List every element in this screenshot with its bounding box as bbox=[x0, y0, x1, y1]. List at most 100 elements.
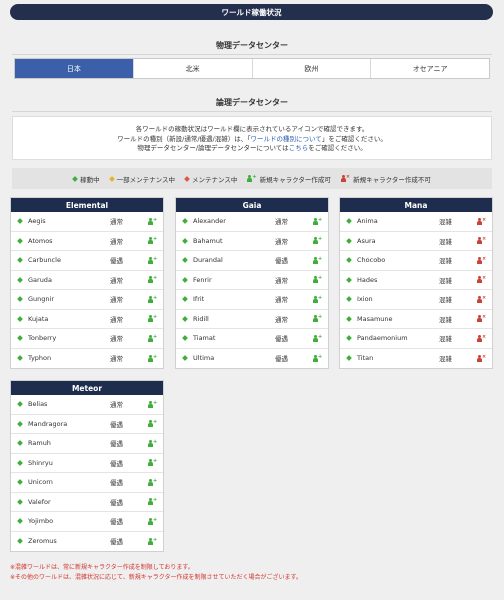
world-name: Unicorn bbox=[28, 478, 53, 487]
creation-available-icon: + bbox=[313, 276, 322, 284]
creation-available-icon: + bbox=[148, 400, 157, 408]
online-icon bbox=[17, 335, 23, 342]
legend-label: メンテナンス中 bbox=[192, 175, 238, 184]
note-line: ※混雑ワールドは、常に新規キャラクター作成を制限しております。 bbox=[10, 564, 194, 571]
tab-europe[interactable]: 欧州 bbox=[253, 59, 372, 78]
world-row: Unicorn 優遇 + bbox=[11, 473, 163, 493]
creation-available-icon: + bbox=[148, 334, 157, 342]
datacenter-name: Meteor bbox=[11, 381, 163, 395]
world-row: Aegis 通常 + bbox=[11, 212, 163, 232]
world-row: Titan 混雑 × bbox=[340, 349, 492, 369]
status-legend: 稼動中 一部メンテナンス中 メンテナンス中 + 新規キャラクター作成可 × 新規… bbox=[12, 168, 492, 189]
world-status: 優遇 bbox=[110, 498, 123, 507]
world-row: Shinryu 優遇 + bbox=[11, 454, 163, 473]
online-icon bbox=[182, 355, 188, 362]
legend-partial: 一部メンテナンス中 bbox=[108, 174, 175, 184]
online-icon bbox=[182, 276, 188, 283]
world-name: Tiamat bbox=[193, 334, 216, 343]
world-name: Mandragora bbox=[28, 419, 68, 428]
creation-available-icon: + bbox=[148, 459, 157, 467]
world-status: 混雑 bbox=[439, 335, 452, 344]
online-icon bbox=[182, 218, 188, 225]
online-icon bbox=[346, 335, 352, 342]
notes: ※混雑ワールドは、常に新規キャラクター作成を制限しております。 ※その他のワール… bbox=[10, 563, 302, 583]
world-status: 優遇 bbox=[110, 420, 123, 429]
datacenter-card: Gaia Alexander 通常 + Bahamut 通常 + Durandal 優遇 + Fen… bbox=[175, 197, 329, 369]
tab-north-america[interactable]: 北米 bbox=[134, 59, 253, 78]
world-status: 優遇 bbox=[110, 257, 123, 266]
tab-japan[interactable]: 日本 bbox=[15, 59, 134, 78]
world-status: 混雑 bbox=[439, 296, 452, 305]
online-icon bbox=[17, 355, 23, 362]
online-icon bbox=[17, 420, 23, 427]
creation-unavailable-icon: × bbox=[477, 334, 486, 342]
world-row: Typhon 通常 + bbox=[11, 349, 163, 369]
world-status: 通常 bbox=[110, 296, 123, 305]
page-title: ワールド稼働状況 bbox=[221, 7, 282, 17]
world-status: 混雑 bbox=[439, 315, 452, 324]
datacenter-info-link[interactable]: こちら bbox=[289, 144, 309, 152]
world-name: Ridill bbox=[193, 314, 209, 323]
info-line: 各ワールドの稼動状況はワールド欄に表示されているアイコンで確認できます。 bbox=[135, 125, 369, 133]
world-row: Atomos 通常 + bbox=[11, 232, 163, 251]
world-row: Masamune 混雑 × bbox=[340, 310, 492, 329]
world-name: Bahamut bbox=[193, 236, 223, 245]
info-text: 」をご確認ください。 bbox=[321, 134, 387, 143]
world-row: Ramuh 優遇 + bbox=[11, 434, 163, 454]
world-status: 優遇 bbox=[110, 479, 123, 488]
creation-available-icon: + bbox=[313, 315, 322, 323]
world-status: 通常 bbox=[110, 401, 123, 410]
world-name: Pandaemonium bbox=[357, 334, 408, 343]
world-status: 混雑 bbox=[439, 257, 452, 266]
creation-available-icon: + bbox=[148, 295, 157, 303]
world-status: 混雑 bbox=[439, 237, 452, 246]
world-status: 優遇 bbox=[275, 257, 288, 266]
datacenter-name: Mana bbox=[340, 198, 492, 212]
page-title-bar: ワールド稼働状況 bbox=[10, 4, 493, 20]
creation-available-icon: + bbox=[148, 237, 157, 245]
legend-creation-ok: + 新規キャラクター作成可 bbox=[247, 174, 331, 184]
creation-available-icon: + bbox=[148, 276, 157, 284]
creation-available-icon: + bbox=[148, 498, 157, 506]
world-row: Hades 混雑 × bbox=[340, 271, 492, 290]
world-status: 優遇 bbox=[110, 459, 123, 468]
online-icon bbox=[17, 479, 23, 486]
world-status: 通常 bbox=[110, 218, 123, 227]
online-icon bbox=[17, 518, 23, 525]
online-icon bbox=[182, 296, 188, 303]
partial-maintenance-icon bbox=[108, 175, 115, 182]
world-status: 優遇 bbox=[275, 355, 288, 364]
creation-unavailable-icon: × bbox=[477, 354, 486, 362]
legend-label: 新規キャラクター作成可 bbox=[259, 175, 331, 184]
world-status: 混雑 bbox=[439, 218, 452, 227]
world-name: Garuda bbox=[28, 275, 52, 284]
online-icon bbox=[182, 257, 188, 264]
world-status: 優遇 bbox=[110, 440, 123, 449]
world-name: Masamune bbox=[357, 314, 393, 323]
world-status: 通常 bbox=[275, 315, 288, 324]
creation-available-icon: + bbox=[313, 334, 322, 342]
creation-available-icon: + bbox=[148, 537, 157, 545]
creation-unavailable-icon: × bbox=[477, 237, 486, 245]
online-icon bbox=[17, 440, 23, 447]
world-name: Gungnir bbox=[28, 295, 54, 304]
world-name: Anima bbox=[357, 217, 378, 226]
creation-available-icon: + bbox=[313, 295, 322, 303]
online-icon bbox=[346, 315, 352, 322]
legend-creation-ng: × 新規キャラクター作成不可 bbox=[340, 174, 431, 184]
world-row: Mandragora 優遇 + bbox=[11, 415, 163, 434]
logical-dc-heading: 論理データセンター bbox=[216, 98, 288, 107]
world-status: 通常 bbox=[110, 315, 123, 324]
online-icon bbox=[346, 218, 352, 225]
info-box: 各ワールドの稼動状況はワールド欄に表示されているアイコンで確認できます。 ワール… bbox=[12, 116, 492, 160]
world-name: Belias bbox=[28, 400, 48, 409]
world-row: Anima 混雑 × bbox=[340, 212, 492, 232]
maintenance-icon bbox=[184, 175, 190, 182]
tab-oceania[interactable]: オセアニア bbox=[371, 59, 489, 78]
world-type-link[interactable]: ワールドの種別について bbox=[251, 135, 322, 143]
world-row: Bahamut 通常 + bbox=[176, 232, 328, 251]
world-status: 通常 bbox=[110, 355, 123, 364]
world-row: Tiamat 優遇 + bbox=[176, 329, 328, 349]
info-text: 物理データセンター/論理データセンターについては bbox=[137, 144, 289, 152]
creation-available-icon: + bbox=[148, 315, 157, 323]
